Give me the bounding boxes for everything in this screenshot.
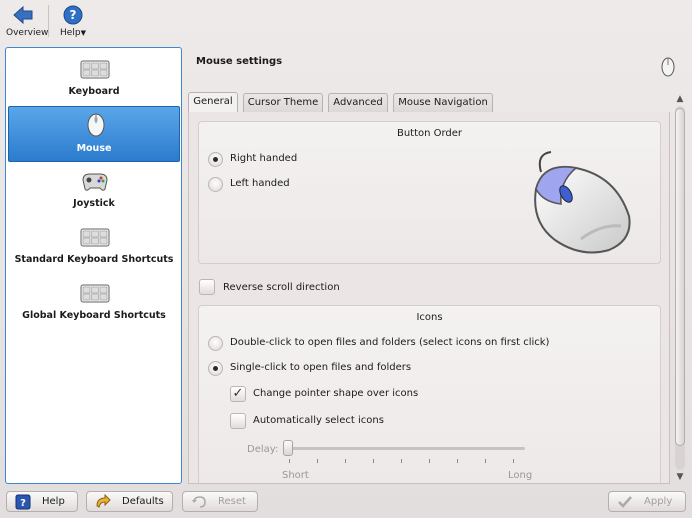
delay-slider-track[interactable] [285,447,525,450]
help-button[interactable]: ? Help [6,491,78,512]
tab-label: Advanced [333,97,383,108]
sidebar-item-mouse[interactable]: Mouse [8,106,180,162]
sidebar-item-label: Mouse [76,143,112,154]
long-label: Long [508,470,533,481]
group-title: Icons [416,312,443,323]
slider-tick [429,459,430,463]
scroll-down-icon[interactable]: ▼ [673,470,687,484]
slider-tick [513,459,514,463]
system-settings-window: Overview ? Help▼ Keyboard Mouse Joystick… [0,0,692,518]
general-tab-panel: Button Order Right handed Left handed Re… [188,112,670,484]
auto-select-label: Automatically select icons [253,415,384,426]
help-icon: ? [63,5,83,25]
tab-cursor-theme[interactable]: Cursor Theme [243,93,323,112]
mouse-illustration [534,151,631,254]
sidebar-item-global-keyboard-shortcuts[interactable]: Global Keyboard Shortcuts [8,274,180,330]
svg-text:?: ? [20,498,26,509]
tab-advanced[interactable]: Advanced [328,93,388,112]
sidebar-item-joystick[interactable]: Joystick [8,162,180,218]
page-title: Mouse settings [196,56,283,67]
checkmark-icon: ✓ [232,386,244,401]
sidebar-item-keyboard[interactable]: Keyboard [8,50,180,106]
apply-button[interactable]: Apply [608,491,686,512]
change-pointer-checkbox[interactable]: ✓ [230,386,246,402]
reset-button[interactable]: Reset [182,491,258,512]
single-click-label: Single-click to open files and folders [230,362,412,373]
group-title: Button Order [396,128,463,139]
tab-label: General [193,96,233,107]
slider-tick [289,459,290,463]
sidebar-item-label: Global Keyboard Shortcuts [22,310,166,321]
change-pointer-label: Change pointer shape over icons [253,388,419,399]
chevron-down-icon: ▼ [80,29,86,37]
svg-text:?: ? [70,8,77,22]
joystick-icon [82,173,108,191]
toolbar-separator [48,5,49,37]
sidebar-item-label: Joystick [73,198,115,209]
overview-label: Overview [6,28,49,38]
short-label: Short [282,470,309,481]
tab-label: Cursor Theme [247,97,319,108]
button-order-group: Button Order Right handed Left handed [198,121,661,264]
right-handed-radio[interactable] [208,152,223,167]
tab-mouse-navigation[interactable]: Mouse Navigation [393,93,493,112]
help-icon: ? [15,494,31,510]
back-arrow-icon [13,5,33,25]
toolbar: Overview ? Help▼ [0,0,692,44]
sidebar-item-label: Keyboard [68,86,120,97]
delay-slider-handle[interactable] [283,440,293,456]
checkmark-icon [618,496,632,508]
auto-select-checkbox[interactable] [230,413,246,429]
defaults-icon [96,494,111,508]
reverse-scroll-label: Reverse scroll direction [223,282,340,293]
category-sidebar: Keyboard Mouse Joystick Standard Keyboar… [5,47,182,484]
help-label: Help [60,28,81,38]
reverse-scroll-checkbox[interactable] [199,279,215,295]
slider-tick [457,459,458,463]
tab-label: Mouse Navigation [398,97,488,108]
slider-tick [401,459,402,463]
vertical-scrollbar[interactable]: ▲ ▼ [672,92,688,484]
double-click-label: Double-click to open files and folders (… [230,337,550,348]
help-menu-button[interactable]: ? Help▼ [58,4,88,38]
slider-tick [317,459,318,463]
defaults-button[interactable]: Defaults [86,491,173,512]
sidebar-item-label: Standard Keyboard Shortcuts [14,254,174,265]
icons-group: Icons Double-click to open files and fol… [198,305,661,483]
undo-icon [192,496,206,508]
slider-tick [345,459,346,463]
scroll-up-icon[interactable]: ▲ [673,92,687,106]
apply-button-label: Apply [644,496,673,507]
mouse-icon [661,57,675,77]
overview-button[interactable]: Overview [6,4,48,38]
keyboard-icon [80,228,110,247]
keyboard-icon [80,60,110,79]
scroll-thumb[interactable] [675,108,685,446]
sidebar-item-standard-keyboard-shortcuts[interactable]: Standard Keyboard Shortcuts [8,218,180,274]
reset-button-label: Reset [218,496,246,507]
tab-general[interactable]: General [188,92,238,113]
defaults-button-label: Defaults [122,496,164,507]
left-handed-label: Left handed [230,178,290,189]
double-click-radio[interactable] [208,336,223,351]
slider-tick [373,459,374,463]
delay-label: Delay: [247,444,279,455]
slider-tick [485,459,486,463]
mouse-icon [87,113,105,137]
left-handed-radio[interactable] [208,177,223,192]
keyboard-icon [80,284,110,303]
right-handed-label: Right handed [230,153,298,164]
single-click-radio[interactable] [208,361,223,376]
help-button-label: Help [42,496,65,507]
